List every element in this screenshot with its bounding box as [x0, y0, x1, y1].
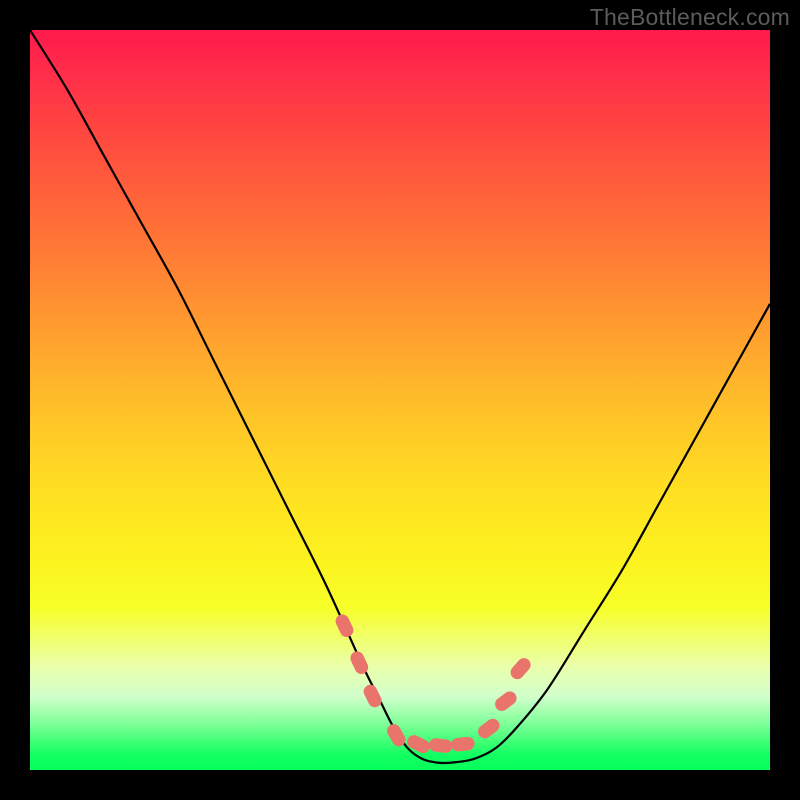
curve-marker — [406, 733, 432, 754]
plot-area — [30, 30, 770, 770]
curve-marker — [509, 656, 533, 681]
curve-layer — [30, 30, 770, 770]
curve-marker — [429, 738, 453, 753]
chart-frame: TheBottleneck.com — [0, 0, 800, 800]
curve-marker — [334, 613, 355, 639]
bottleneck-curve — [30, 30, 770, 763]
curve-markers — [334, 613, 533, 755]
curve-marker — [476, 717, 501, 741]
curve-marker — [451, 737, 475, 752]
curve-marker — [493, 689, 518, 713]
curve-marker — [362, 683, 383, 709]
watermark-text: TheBottleneck.com — [590, 4, 790, 31]
